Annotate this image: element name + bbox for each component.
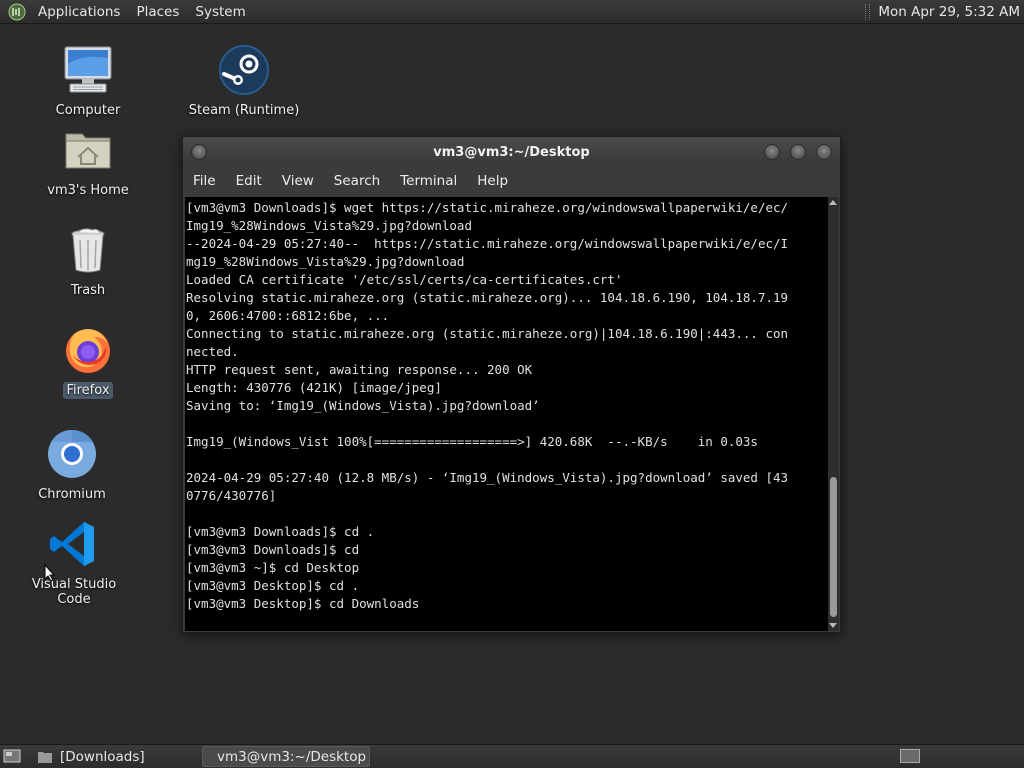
taskbar-item-label: [Downloads] — [60, 748, 145, 765]
bottom-panel: [Downloads] vm3@vm3:~/Desktop — [0, 744, 1024, 768]
terminal-line: [vm3@vm3 ~]$ cd Desktop — [186, 560, 360, 575]
desktop-icon-label: Firefox — [63, 382, 113, 399]
maximize-button[interactable] — [790, 144, 806, 160]
vscode-icon — [50, 522, 94, 566]
applications-menu[interactable]: Applications — [30, 4, 128, 20]
menu-search[interactable]: Search — [324, 173, 390, 189]
menu-file[interactable]: File — [183, 173, 226, 189]
terminal-line: 2024-04-29 05:27:40 (12.8 MB/s) - ‘Img19… — [186, 470, 789, 485]
terminal-line: --2024-04-29 05:27:40-- https://static.m… — [186, 236, 789, 251]
desktop-icon-home[interactable]: vm3's Home — [28, 124, 148, 199]
desktop-icon-label: Visual Studio Code — [31, 577, 117, 607]
folder-icon — [38, 751, 52, 763]
scroll-up-arrow-icon[interactable] — [829, 200, 837, 205]
terminal-scrollbar[interactable] — [828, 197, 839, 631]
desktop-icon-firefox[interactable]: Firefox — [28, 324, 148, 399]
trash-icon — [71, 228, 105, 273]
mouse-pointer-icon — [44, 564, 56, 582]
scrollbar-thumb[interactable] — [830, 477, 837, 617]
taskbar-item-terminal[interactable]: vm3@vm3:~/Desktop — [202, 746, 370, 767]
terminal-line: Length: 430776 (421K) [image/jpeg] — [186, 380, 442, 395]
window-titlebar[interactable]: vm3@vm3:~/Desktop — [183, 137, 840, 167]
desktop-icon-trash[interactable]: Trash — [28, 224, 148, 299]
window-menu-button[interactable] — [191, 144, 207, 160]
terminal-line: [vm3@vm3 Downloads]$ cd — [186, 542, 360, 557]
mate-logo-icon[interactable] — [8, 3, 26, 21]
terminal-line: 0, 2606:4700::6812:6be, ... — [186, 308, 390, 323]
clock[interactable]: Mon Apr 29, 5:32 AM — [878, 4, 1024, 20]
desktop-icon-chromium[interactable]: Chromium — [12, 428, 132, 503]
terminal-output[interactable]: [vm3@vm3 Downloads]$ wget https://static… — [185, 197, 828, 631]
terminal-line: Img19_%28Windows_Vista%29.jpg?download — [186, 218, 472, 233]
computer-icon — [64, 46, 112, 93]
window-title: vm3@vm3:~/Desktop — [433, 144, 590, 160]
desktop-icon-computer[interactable]: Computer — [28, 44, 148, 119]
workspace-switcher[interactable] — [900, 749, 920, 763]
taskbar-item-downloads[interactable]: [Downloads] — [32, 746, 200, 767]
terminal-text: [vm3@vm3 Downloads]$ wget https://static… — [185, 197, 828, 613]
terminal-line: 0776/430776] — [186, 488, 277, 503]
terminal-line: Img19_(Windows_Vist 100%[===============… — [186, 434, 758, 449]
firefox-icon — [66, 329, 110, 373]
terminal-line: Resolving static.miraheze.org (static.mi… — [186, 290, 789, 305]
terminal-line: [vm3@vm3 Desktop]$ cd . — [186, 578, 360, 593]
steam-icon — [219, 45, 269, 95]
desktop-icon-label: vm3's Home — [47, 183, 129, 198]
menu-edit[interactable]: Edit — [226, 173, 272, 189]
close-button[interactable] — [816, 144, 832, 160]
terminal-line: [vm3@vm3 Downloads]$ wget https://static… — [186, 200, 789, 215]
places-menu[interactable]: Places — [128, 4, 187, 20]
minimize-button[interactable] — [764, 144, 780, 160]
show-desktop-icon[interactable] — [3, 749, 21, 763]
system-menu[interactable]: System — [187, 4, 253, 20]
taskbar-item-label: vm3@vm3:~/Desktop — [217, 748, 367, 765]
top-panel: Applications Places System Mon Apr 29, 5… — [0, 0, 1024, 24]
clock-area: Mon Apr 29, 5:32 AM — [865, 0, 1024, 24]
terminal-line: Saving to: ‘Img19_(Windows_Vista).jpg?do… — [186, 398, 540, 413]
desktop-icon-steam[interactable]: Steam (Runtime) — [184, 44, 304, 119]
panel-grip — [865, 4, 871, 20]
desktop-icon-label: Steam (Runtime) — [188, 103, 300, 118]
desktop-icon-vscode[interactable]: Visual Studio Code — [14, 518, 134, 608]
terminal-line: Connecting to static.miraheze.org (stati… — [186, 326, 789, 341]
scroll-down-arrow-icon[interactable] — [829, 623, 837, 628]
desktop-icon-label: Trash — [70, 283, 106, 298]
terminal-line: nected. — [186, 344, 239, 359]
terminal-line: [vm3@vm3 Desktop]$ cd Downloads — [186, 596, 420, 611]
terminal-line: mg19_%28Windows_Vista%29.jpg?download — [186, 254, 465, 269]
desktop-icon-label: Chromium — [38, 487, 106, 502]
terminal-menubar: File Edit View Search Terminal Help — [183, 167, 840, 195]
menu-view[interactable]: View — [272, 173, 324, 189]
home-folder-icon — [65, 133, 111, 169]
menu-terminal[interactable]: Terminal — [390, 173, 467, 189]
terminal-line: Loaded CA certificate '/etc/ssl/certs/ca… — [186, 272, 623, 287]
menu-help[interactable]: Help — [467, 173, 518, 189]
terminal-line: HTTP request sent, awaiting response... … — [186, 362, 533, 377]
terminal-window[interactable]: vm3@vm3:~/Desktop File Edit View Search … — [182, 136, 841, 633]
chromium-icon — [48, 429, 96, 478]
desktop-icon-label: Computer — [55, 103, 121, 118]
terminal-line: [vm3@vm3 Downloads]$ cd . — [186, 524, 375, 539]
